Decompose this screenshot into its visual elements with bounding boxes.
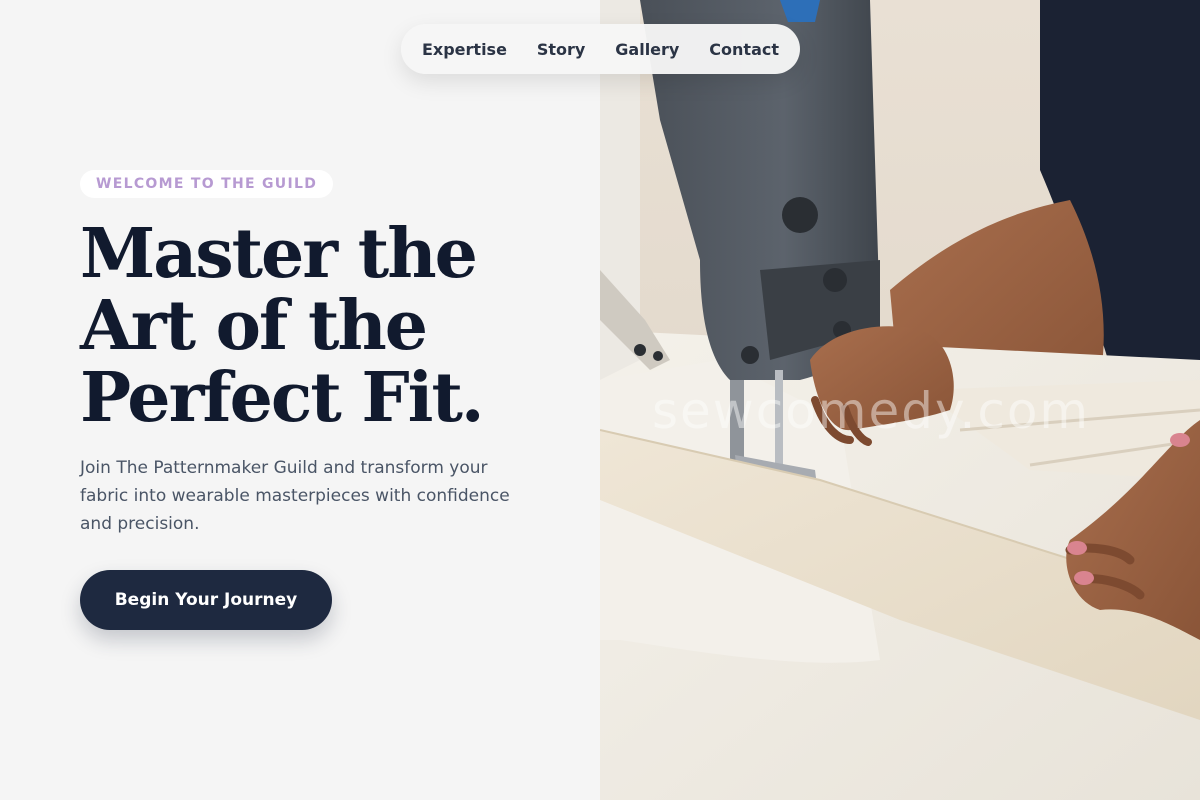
hero-headline: Master the Art of the Perfect Fit.	[80, 218, 580, 434]
welcome-badge: WELCOME TO THE GUILD	[80, 170, 334, 198]
watermark-text: sewcomedy.com	[652, 382, 1090, 440]
nav-link-gallery[interactable]: Gallery	[605, 32, 689, 67]
headline-line-2: Art of the	[80, 286, 428, 366]
nav-link-expertise[interactable]: Expertise	[412, 32, 517, 67]
sewing-machine-photo: sewcomedy.com	[600, 0, 1200, 800]
begin-journey-button[interactable]: Begin Your Journey	[80, 570, 332, 630]
hero-subtext: Join The Patternmaker Guild and transfor…	[80, 458, 510, 534]
nav-link-contact[interactable]: Contact	[699, 32, 789, 67]
hero-text-panel: WELCOME TO THE GUILD Master the Art of t…	[0, 0, 600, 800]
hero-image-panel: sewcomedy.com	[600, 0, 1200, 800]
main-nav: Expertise Story Gallery Contact	[401, 24, 800, 74]
headline-line-3: Perfect Fit.	[80, 358, 485, 438]
nav-link-story[interactable]: Story	[527, 32, 595, 67]
headline-line-1: Master the	[80, 214, 478, 294]
